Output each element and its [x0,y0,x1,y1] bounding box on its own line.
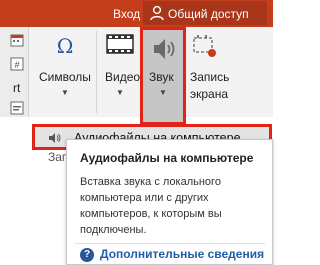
ribbon-separator [96,31,97,113]
title-bar: Вход Общий доступ [0,0,273,27]
speaker-small-icon [49,133,61,143]
sign-in-link[interactable]: Вход [113,7,140,21]
share-button[interactable]: Общий доступ [143,1,267,25]
insert-number-icon[interactable]: # [10,57,24,71]
speaker-icon [154,39,175,59]
more-info-link[interactable]: Дополнительные сведения [100,247,264,261]
screen-recording-label: Запись экрана [190,70,230,101]
question-icon: ? [80,248,94,262]
sound-button[interactable]: Звук ▼ [140,27,186,125]
ribbon-left-group: # rt [0,27,29,117]
object-icon[interactable] [10,101,24,115]
chevron-down-icon: ▼ [116,88,124,97]
film-icon [106,34,134,54]
chevron-down-icon: ▼ [159,88,167,97]
screen-record-icon [193,35,216,57]
tooltip-title: Аудиофайлы на компьютере [80,151,254,165]
calendar-icon[interactable] [10,33,24,47]
tooltip-divider [75,243,265,244]
tooltip: Аудиофайлы на компьютере Вставка звука с… [66,139,273,265]
ribbon-partial-label: rt [13,81,21,95]
symbols-button[interactable]: Ω Символы ▼ [36,27,94,117]
svg-text:Ω: Ω [57,35,74,57]
video-button[interactable]: Видео ▼ [100,27,140,117]
symbols-label: Символы [39,70,91,84]
tooltip-description: Вставка звука с локального компьютера ил… [80,176,222,236]
share-label: Общий доступ [168,7,249,21]
person-icon [150,5,164,21]
screen-recording-button[interactable]: Запись экрана [188,27,238,117]
chevron-down-icon: ▼ [61,88,69,97]
svg-text:#: # [14,60,19,70]
omega-icon: Ω [57,35,74,57]
video-label: Видео [105,70,141,84]
sound-label: Звук [149,70,174,84]
ribbon: # rt Ω Символы ▼ Видео ▼ Запись экрана [0,27,273,117]
